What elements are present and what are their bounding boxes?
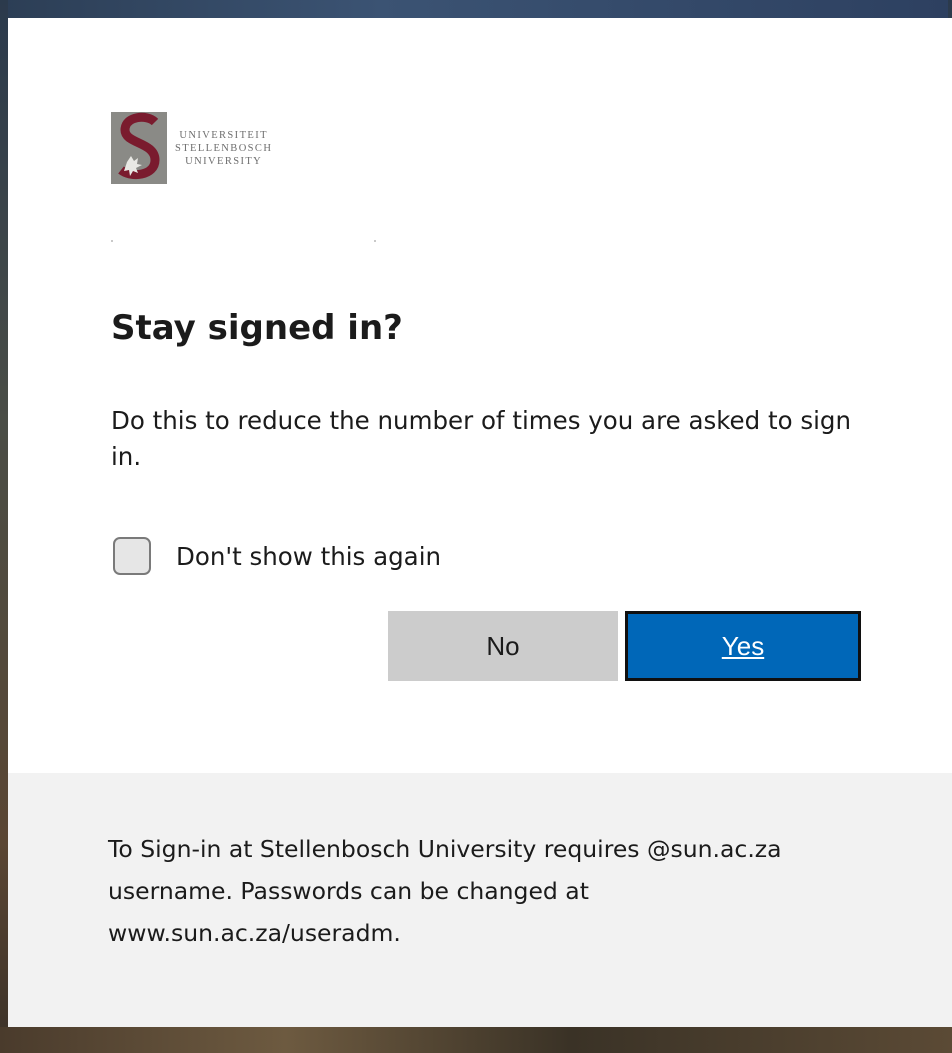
university-logo: UNIVERSITEIT STELLENBOSCH UNIVERSITY	[111, 112, 272, 184]
dialog-footer: To Sign-in at Stellenbosch University re…	[8, 773, 952, 1027]
dont-show-again-label: Don't show this again	[176, 541, 442, 571]
sign-in-dialog: UNIVERSITEIT STELLENBOSCH UNIVERSITY Sta…	[8, 18, 952, 1027]
logo-text: UNIVERSITEIT STELLENBOSCH UNIVERSITY	[175, 129, 272, 168]
background-top	[0, 0, 952, 18]
dialog-description: Do this to reduce the number of times yo…	[111, 406, 852, 471]
logo-line-3: UNIVERSITY	[185, 155, 263, 167]
university-crest-icon	[111, 112, 167, 184]
account-identifier-redacted	[111, 240, 376, 242]
yes-button[interactable]: Yes	[625, 611, 861, 681]
background-left	[0, 0, 8, 1053]
page-title: Stay signed in?	[111, 308, 403, 348]
footer-info-text: To Sign-in at Stellenbosch University re…	[108, 835, 782, 947]
no-button[interactable]: No	[388, 611, 618, 681]
logo-line-1: UNIVERSITEIT	[179, 129, 268, 141]
dont-show-again-checkbox[interactable]	[113, 537, 151, 575]
logo-line-2: STELLENBOSCH	[175, 142, 273, 154]
background-bottom	[0, 1027, 952, 1053]
dialog-content: UNIVERSITEIT STELLENBOSCH UNIVERSITY Sta…	[8, 18, 952, 773]
dont-show-again-option[interactable]: Don't show this again	[113, 537, 441, 575]
